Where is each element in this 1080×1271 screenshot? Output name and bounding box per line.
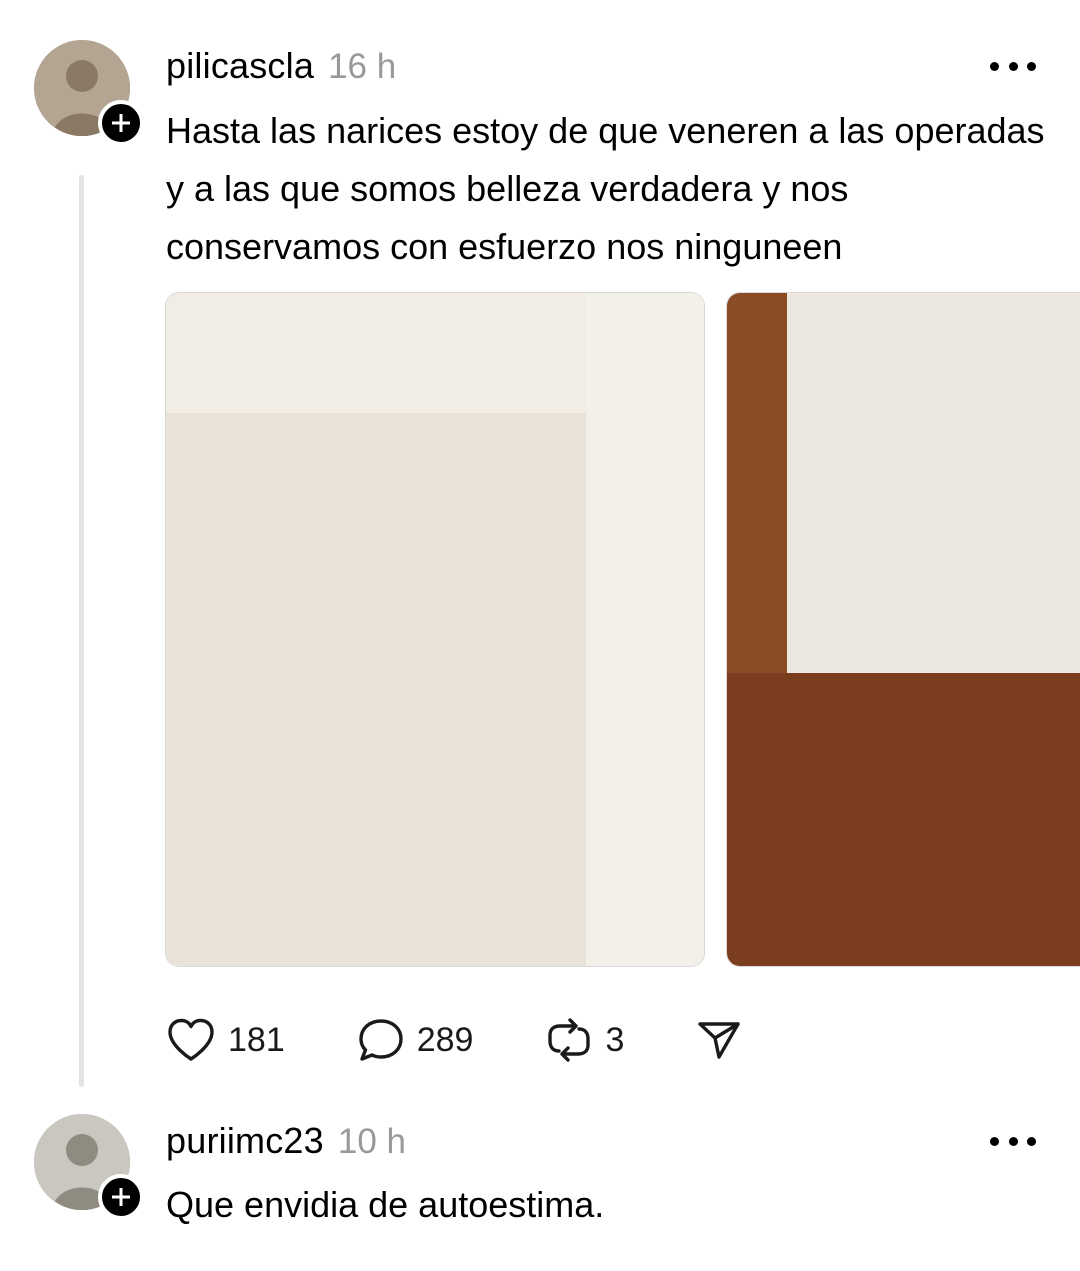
send-icon (698, 1022, 741, 1059)
post-header: puriimc23 10 h (166, 1120, 406, 1162)
plus-icon (112, 1188, 130, 1206)
follow-button[interactable] (98, 1174, 144, 1220)
action-bar: 181 289 3 (166, 1012, 814, 1068)
more-icon[interactable] (990, 1135, 1036, 1147)
share-button[interactable] (696, 1017, 742, 1063)
post-text: Que envidia de autoestima. (166, 1184, 605, 1225)
avatar-wrap (34, 1114, 144, 1220)
photo-placeholder (727, 293, 1080, 966)
repost-icon (548, 1018, 591, 1062)
repost-count: 3 (605, 1020, 625, 1059)
like-button[interactable]: 181 (166, 1017, 285, 1063)
username[interactable]: pilicascla (166, 45, 314, 87)
plus-icon (112, 114, 130, 132)
post-text: Hasta las narices estoy de que veneren a… (166, 110, 1045, 267)
heart-icon (168, 1018, 214, 1061)
timestamp: 16 h (328, 47, 397, 86)
post: puriimc23 10 h Que envidia de autoestima… (0, 1090, 1080, 1271)
follow-button[interactable] (98, 100, 144, 146)
photo[interactable] (165, 292, 705, 967)
photo[interactable] (726, 292, 1080, 967)
reply-button[interactable]: 289 (357, 1017, 474, 1063)
post-header: pilicascla 16 h (166, 45, 396, 87)
thread-line (79, 175, 84, 1087)
comment-bubble-icon (359, 1019, 403, 1061)
post: pilicascla 16 h Hasta las narices estoy … (0, 0, 1080, 1090)
like-count: 181 (228, 1020, 285, 1059)
timestamp: 10 h (337, 1122, 406, 1161)
repost-button[interactable]: 3 (545, 1017, 624, 1063)
photo-placeholder (166, 293, 704, 966)
avatar-wrap (34, 40, 144, 146)
more-icon[interactable] (990, 60, 1036, 72)
username[interactable]: puriimc23 (166, 1120, 324, 1162)
reply-count: 289 (416, 1020, 474, 1059)
